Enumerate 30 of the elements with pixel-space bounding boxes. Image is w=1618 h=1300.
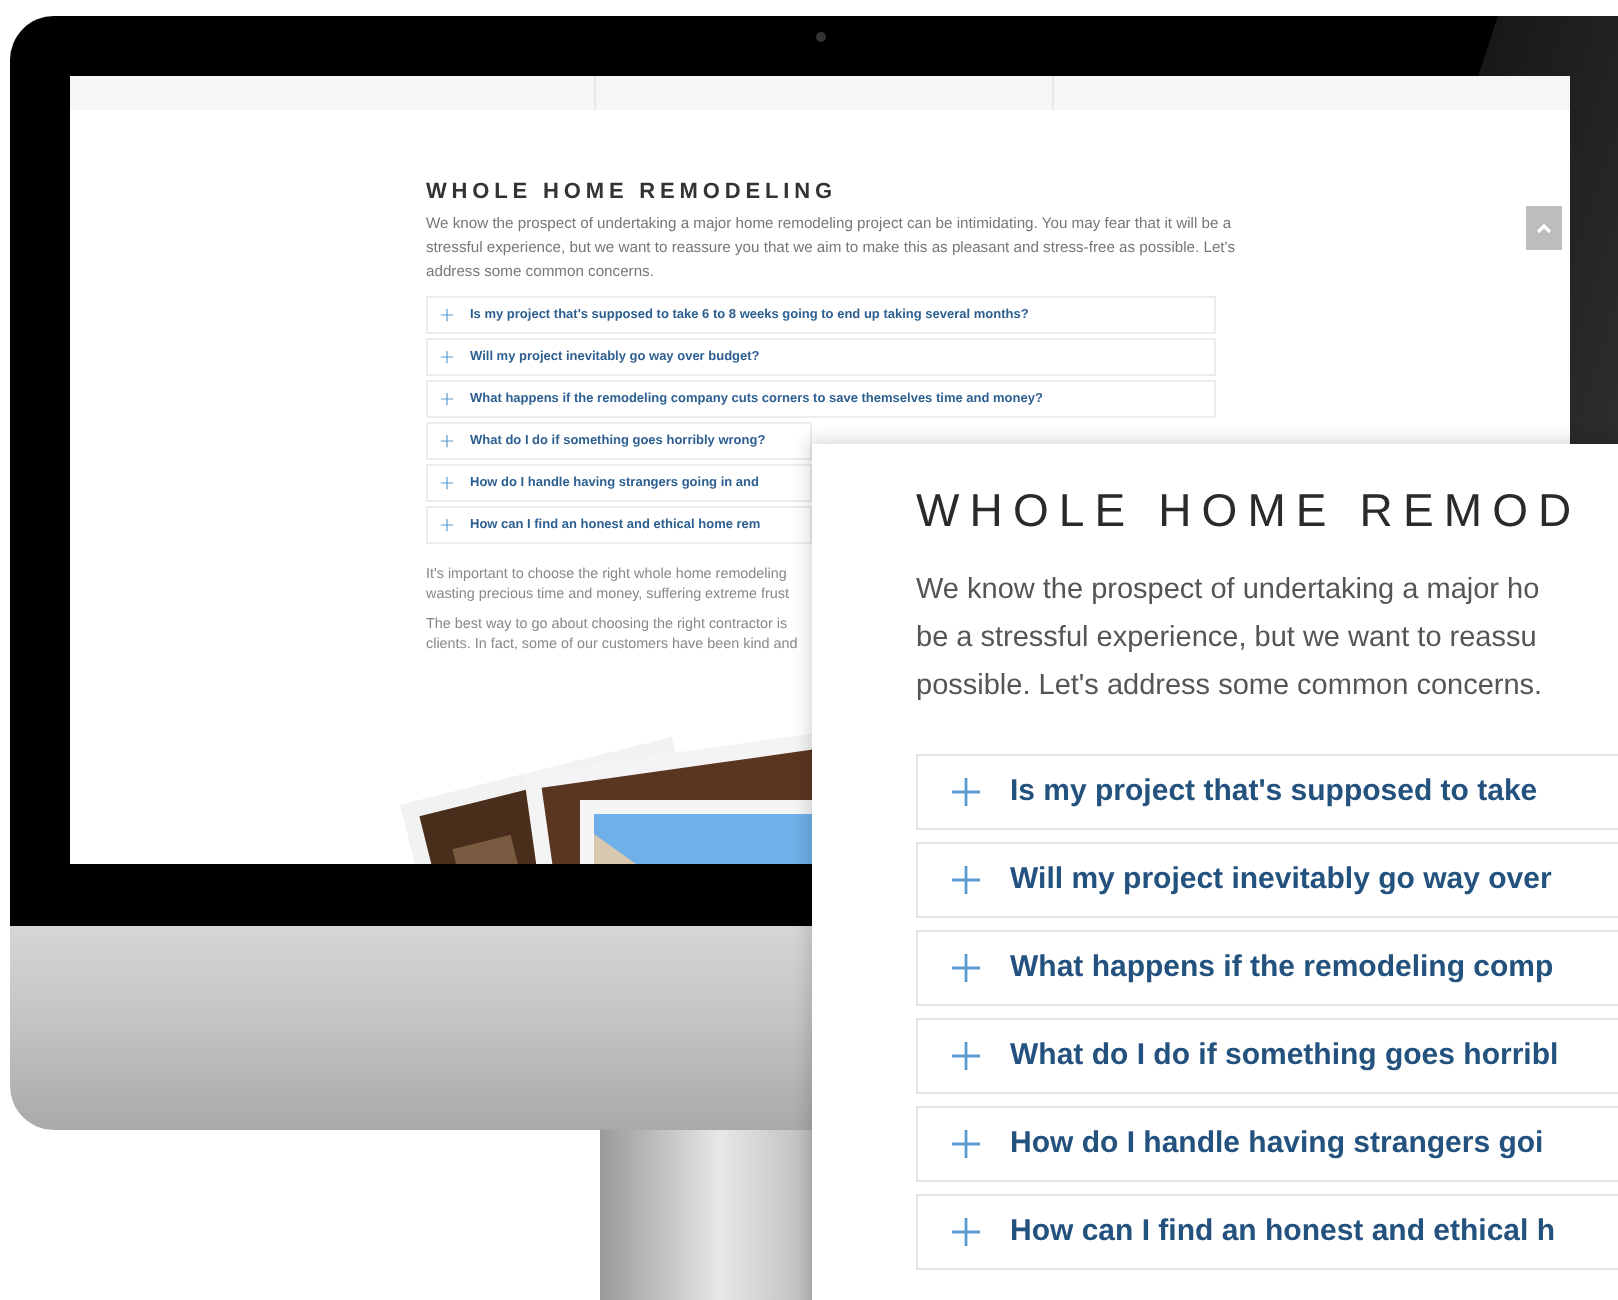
plus-icon xyxy=(950,1216,982,1248)
plus-icon xyxy=(440,518,454,532)
faq-item[interactable]: Will my project inevitably go way over xyxy=(916,842,1618,918)
plus-icon xyxy=(440,392,454,406)
faq-question: What happens if the remodeling comp xyxy=(1010,947,1554,988)
faq-item[interactable]: How do I handle having strangers goi xyxy=(916,1106,1618,1182)
chevron-up-icon xyxy=(1536,222,1552,234)
faq-question: What do I do if something goes horribl xyxy=(1010,1035,1559,1076)
plus-icon xyxy=(950,1040,982,1072)
faq-item[interactable]: How can I find an honest and ethical h xyxy=(916,1194,1618,1270)
plus-icon xyxy=(950,952,982,984)
plus-icon xyxy=(440,434,454,448)
zoomed-heading: WHOLE HOME REMOD xyxy=(916,488,1584,534)
plus-icon xyxy=(950,864,982,896)
faq-question: Is my project that's supposed to take xyxy=(1010,771,1538,812)
page-heading: WHOLE HOME REMODELING xyxy=(426,182,839,204)
faq-item[interactable]: What happens if the remodeling comp xyxy=(916,930,1618,1006)
plus-icon xyxy=(440,350,454,364)
faq-item[interactable]: Is my project that's supposed to take xyxy=(916,754,1618,830)
plus-icon xyxy=(950,1128,982,1160)
camera-icon xyxy=(816,32,826,42)
faq-question: How can I find an honest and ethical h xyxy=(1010,1211,1556,1252)
plus-icon xyxy=(950,776,982,808)
plus-icon xyxy=(440,308,454,322)
zoomed-intro-paragraph: We know the prospect of undertaking a major ho be a stressful experience, but we want to reassu possible. Let's address some common concerns. xyxy=(916,572,1545,706)
faq-question: Will my project inevitably go way over xyxy=(1010,859,1552,900)
faq-item[interactable]: What do I do if something goes horribl xyxy=(916,1018,1618,1094)
plus-icon xyxy=(440,476,454,490)
faq-question: How do I handle having strangers goi xyxy=(1010,1123,1544,1164)
scroll-top-button[interactable] xyxy=(1526,206,1562,250)
